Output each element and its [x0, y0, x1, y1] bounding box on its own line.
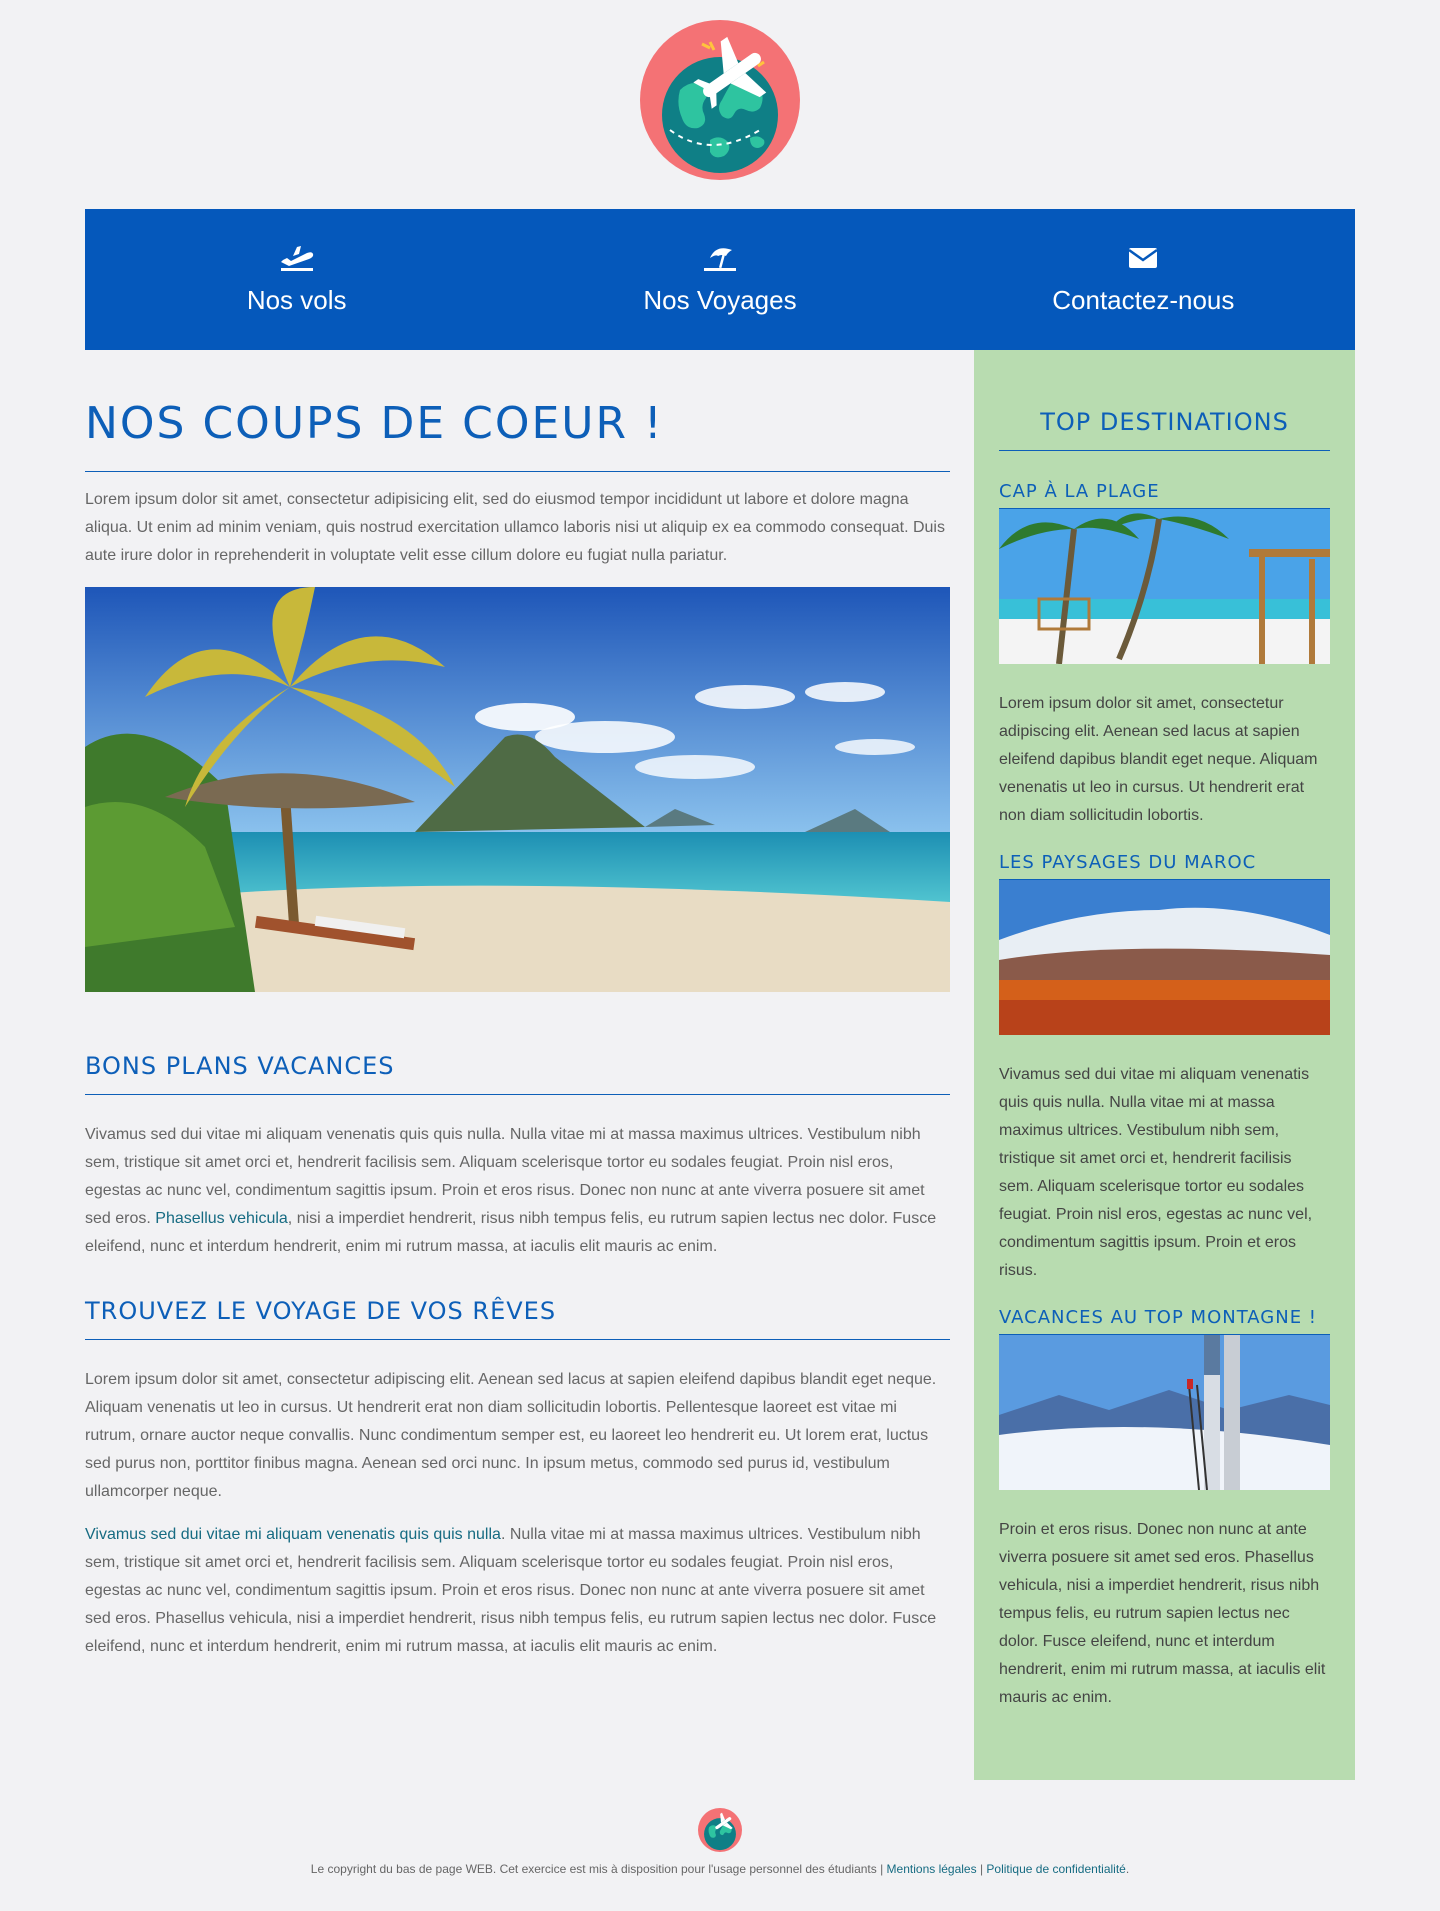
sidebar-item-title: Les paysages du Maroc — [999, 852, 1330, 880]
sidebar-item-text: Proin et eros risus. Donec non nunc at a… — [999, 1521, 1326, 1706]
legal-link[interactable]: Mentions légales — [887, 1862, 977, 1876]
beach-umbrella-icon — [702, 243, 738, 273]
globe-airplane-logo-icon — [640, 20, 800, 180]
sidebar-item-text: Lorem ipsum dolor sit amet, consectetur … — [999, 695, 1318, 824]
nav-label: Nos vols — [246, 285, 347, 315]
main-content: Nos coups de coeur ! Lorem ipsum dolor s… — [85, 350, 950, 1661]
envelope-icon — [1128, 243, 1159, 273]
vivamus-link[interactable]: Vivamus sed dui vitae mi aliquam venenat… — [85, 1526, 501, 1543]
nav-item-voyages[interactable]: Nos Voyages — [508, 209, 931, 350]
section-title-bons-plans: Bons plans vacances — [85, 1052, 950, 1095]
text-fragment: . Nulla vitae mi at massa maximus ultric… — [85, 1526, 937, 1655]
footer-logo-icon[interactable] — [698, 1808, 742, 1852]
separator: | — [976, 1862, 987, 1876]
nav-label: Contactez-nous — [1052, 285, 1235, 315]
page-title: Nos coups de coeur ! — [85, 398, 950, 472]
phasellus-link[interactable]: Phasellus vehicula — [155, 1210, 288, 1227]
intro-paragraph: Lorem ipsum dolor sit amet, consectetur … — [85, 491, 945, 564]
sidebar: Top destinations Cap à la plage — [974, 350, 1355, 1780]
beach-thumbnail-image — [999, 509, 1330, 665]
site-footer: Le copyright du bas de page WEB. Cet exe… — [0, 1808, 1440, 1876]
hero-beach-image — [85, 587, 950, 992]
section-paragraph: Lorem ipsum dolor sit amet, consectetur … — [85, 1371, 937, 1500]
plane-departure-icon — [279, 243, 315, 273]
footer-copyright: Le copyright du bas de page WEB. Cet exe… — [0, 1862, 1440, 1876]
nav-item-vols[interactable]: Nos vols — [85, 209, 508, 350]
section-title-voyage-reves: Trouvez le voyage de vos rêves — [85, 1297, 950, 1340]
nav-label: Nos Voyages — [643, 285, 797, 315]
main-navigation: Nos vols Nos Voyages Contactez-nous — [85, 209, 1355, 350]
sidebar-item-text: Vivamus sed dui vitae mi aliquam venenat… — [999, 1066, 1313, 1279]
sidebar-item-title: Vacances au top montagne ! — [999, 1307, 1330, 1335]
section-paragraph: Vivamus sed dui vitae mi aliquam venenat… — [85, 1521, 950, 1661]
nav-item-contact[interactable]: Contactez-nous — [932, 209, 1355, 350]
mountain-thumbnail-image — [999, 1335, 1330, 1491]
sidebar-item-title: Cap à la plage — [999, 481, 1330, 509]
morocco-thumbnail-image — [999, 880, 1330, 1035]
copyright-text: Le copyright du bas de page WEB. Cet exe… — [310, 1862, 887, 1876]
section-paragraph: Vivamus sed dui vitae mi aliquam venenat… — [85, 1121, 950, 1261]
end-punct: . — [1125, 1862, 1130, 1876]
privacy-link[interactable]: Politique de confidentialité — [986, 1862, 1125, 1876]
sidebar-title: Top destinations — [999, 408, 1330, 451]
site-logo[interactable] — [640, 20, 800, 180]
